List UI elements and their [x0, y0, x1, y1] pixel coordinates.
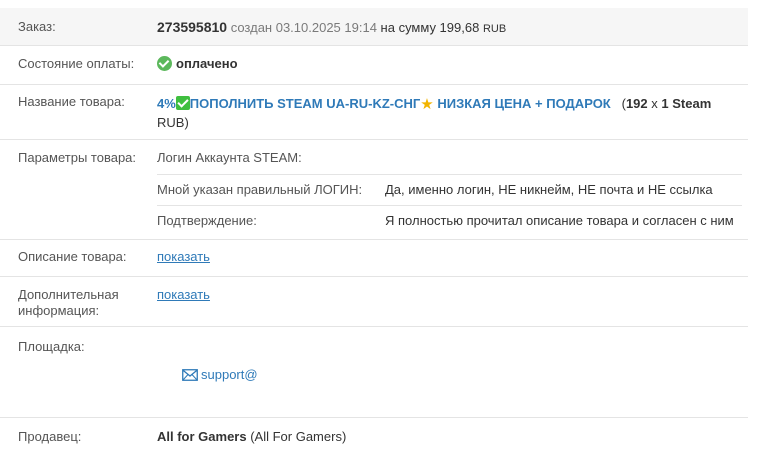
product-title-main: ПОПОЛНИТЬ STEAM UA-RU-KZ-СНГ: [189, 96, 421, 111]
order-currency: RUB: [482, 23, 507, 35]
params-label: Параметры товара:: [18, 150, 137, 165]
param-item: Мной указан правильный ЛОГИН: Да, именно…: [157, 175, 742, 206]
green-check-emoji-icon: [175, 96, 190, 110]
platform-row: Площадка: support@: [0, 327, 748, 418]
param-value: Да, именно логин, НЕ никнейм, НЕ почта и…: [385, 182, 713, 197]
product-link[interactable]: 4% ПОПОЛНИТЬ STEAM UA-RU-KZ-СНГ★ НИЗКАЯ Ц…: [157, 96, 611, 113]
param-name: Мной указан правильный ЛОГИН:: [157, 182, 363, 197]
param-name: Подтверждение:: [157, 213, 257, 228]
order-details-page: Заказ: 273595810 создан 03.10.2025 19:14…: [0, 0, 760, 462]
qty-unit: 1 Steam: [661, 96, 712, 111]
support-email-text: support@: [201, 367, 258, 382]
order-label: Заказ:: [18, 19, 56, 34]
description-show-link[interactable]: показать: [157, 249, 210, 265]
extra-info-show-link[interactable]: показать: [157, 287, 210, 303]
product-row: Название товара: 4% ПОПОЛНИТЬ STEAM UA-RU…: [0, 85, 748, 140]
seller-name: All for Gamers: [157, 429, 247, 444]
extra-info-label-line1: Дополнительная: [18, 287, 119, 302]
product-quantity: (192 x 1 Steam: [614, 96, 712, 111]
description-label: Описание товара:: [18, 249, 127, 264]
seller-label: Продавец:: [18, 429, 82, 444]
payment-row: Состояние оплаты: оплачено: [0, 46, 748, 85]
param-name: Логин Аккаунта STEAM:: [157, 150, 302, 165]
order-info: 273595810 создан 03.10.2025 19:14 на сум…: [157, 19, 506, 37]
extra-info-label-line2: информация:: [18, 303, 100, 318]
extra-info-row: Дополнительная информация: показать: [0, 277, 748, 327]
support-email-link[interactable]: support@: [182, 367, 258, 382]
qty-x: x: [651, 96, 658, 111]
param-item: Подтверждение: Я полностью прочитал опис…: [157, 206, 742, 238]
payment-label: Состояние оплаты:: [18, 56, 135, 71]
param-value: Я полностью прочитал описание товара и с…: [385, 213, 734, 228]
envelope-icon: [182, 369, 198, 381]
order-created: создан 03.10.2025 19:14: [230, 20, 377, 35]
order-row: Заказ: 273595810 создан 03.10.2025 19:14…: [0, 8, 748, 46]
product-title-percent: 4%: [157, 96, 176, 111]
extra-info-label: Дополнительная информация:: [18, 287, 119, 319]
qty-number: 192: [625, 96, 648, 111]
payment-status-text: оплачено: [176, 56, 238, 71]
product-title-promo: НИЗКАЯ ЦЕНА + ПОДАРОК: [437, 96, 611, 111]
product-label: Название товара:: [18, 94, 125, 109]
param-item: Логин Аккаунта STEAM:: [157, 140, 742, 175]
star-emoji-icon: ★: [420, 96, 434, 113]
platform-label: Площадка:: [18, 339, 85, 354]
seller-info: All for Gamers (All For Gamers): [157, 429, 346, 445]
product-title: 4% ПОПОЛНИТЬ STEAM UA-RU-KZ-СНГ★ НИЗКАЯ Ц…: [157, 95, 747, 132]
order-number: 273595810: [157, 19, 228, 35]
seller-name-paren: (All For Gamers): [250, 429, 347, 444]
product-quantity-tail: RUB): [157, 115, 189, 130]
params-row: Параметры товара: Логин Аккаунта STEAM: …: [0, 140, 748, 240]
payment-status: оплачено: [157, 56, 238, 72]
description-row: Описание товара: показать: [0, 240, 748, 277]
order-sum: на сумму 199,68: [380, 20, 480, 35]
seller-row: Продавец: All for Gamers (All For Gamers…: [0, 418, 748, 462]
paid-check-icon: [157, 56, 172, 71]
